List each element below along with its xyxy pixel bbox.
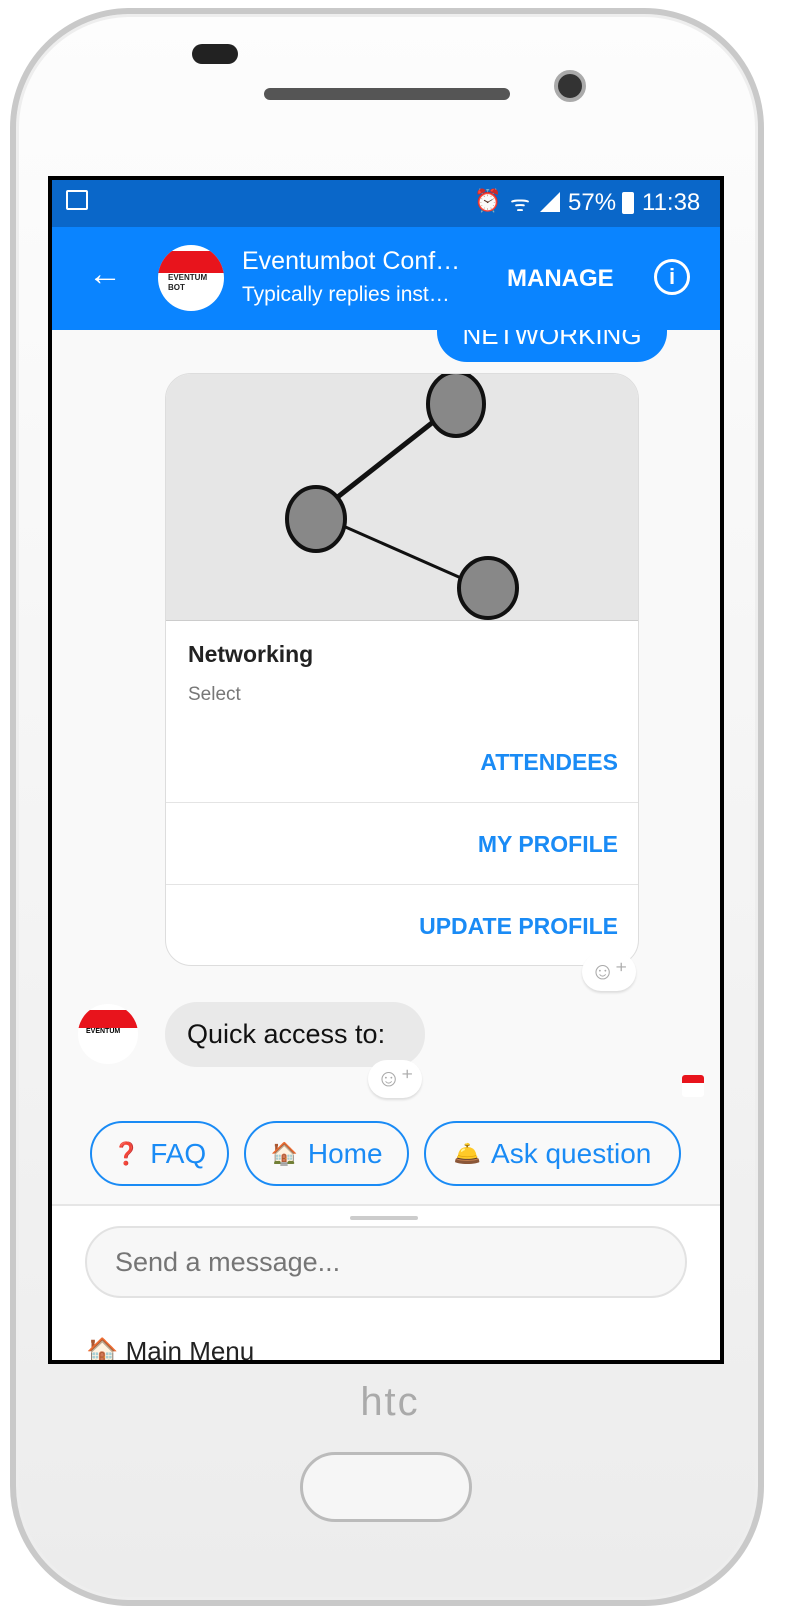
read-receipt-avatar bbox=[682, 1075, 704, 1097]
alarm-icon: ⏰ bbox=[474, 188, 502, 213]
avatar-text: BOT bbox=[168, 283, 185, 292]
add-reaction-icon[interactable]: ☺⁺ bbox=[582, 953, 636, 991]
divider bbox=[166, 884, 638, 885]
home-button[interactable] bbox=[300, 1452, 472, 1522]
divider bbox=[166, 802, 638, 803]
add-reaction-icon[interactable]: ☺⁺ bbox=[368, 1060, 422, 1098]
message-input[interactable] bbox=[85, 1226, 687, 1298]
clock: 11:38 bbox=[642, 189, 701, 216]
brand-logo: htc bbox=[360, 1380, 420, 1424]
bot-message-bubble: Quick access to: bbox=[165, 1002, 425, 1067]
quick-reply-label: Ask question bbox=[491, 1137, 652, 1169]
back-arrow-icon[interactable]: ← bbox=[88, 255, 122, 294]
quick-reply-label: FAQ bbox=[150, 1137, 207, 1169]
avatar: EVENTUM BOT bbox=[158, 245, 224, 311]
house-icon: 🏠 bbox=[86, 1336, 119, 1360]
card-title: Networking bbox=[188, 641, 314, 667]
attendees-button[interactable]: ATTENDEES bbox=[166, 749, 618, 776]
manage-button[interactable]: MANAGE bbox=[507, 265, 614, 293]
drag-handle[interactable] bbox=[350, 1216, 418, 1220]
quick-reply-home[interactable]: 🏠 Home bbox=[244, 1121, 409, 1186]
front-camera bbox=[554, 70, 586, 102]
bot-message-text: Quick access to: bbox=[187, 1019, 386, 1049]
app-bar: ← EVENTUM BOT Eventumbot Conf… Typically … bbox=[52, 227, 720, 330]
card-subtitle: Select bbox=[188, 684, 241, 705]
house-icon: 🏠 bbox=[270, 1140, 298, 1166]
battery-icon bbox=[622, 192, 634, 214]
quick-reply-ask-question[interactable]: 🛎️ Ask question bbox=[424, 1121, 681, 1186]
quick-reply-label: Home bbox=[307, 1137, 383, 1169]
quick-reply-faq[interactable]: ❓ FAQ bbox=[90, 1121, 229, 1186]
main-menu-label: Main Menu bbox=[125, 1336, 255, 1360]
generic-template-card: Networking Select ATTENDEES MY PROFILE U… bbox=[165, 373, 639, 966]
my-profile-button[interactable]: MY PROFILE bbox=[166, 831, 618, 858]
info-icon[interactable]: i bbox=[654, 259, 690, 295]
card-image bbox=[166, 374, 638, 621]
image-icon bbox=[66, 190, 88, 210]
sensor bbox=[192, 44, 238, 64]
bot-avatar: EVENTUM bbox=[78, 1004, 138, 1064]
chat-subtitle: Typically replies inst… bbox=[242, 283, 450, 306]
wifi-icon: ᯤ bbox=[510, 191, 531, 216]
question-icon: ❓ bbox=[112, 1140, 141, 1166]
chat-title[interactable]: Eventumbot Conf… bbox=[242, 247, 460, 276]
bell-icon: 🛎️ bbox=[453, 1140, 482, 1166]
update-profile-button[interactable]: UPDATE PROFILE bbox=[166, 913, 618, 940]
screen: ⏰ ᯤ 57% 11:38 ← EVENTUM BOT Eventumbot Co… bbox=[48, 176, 724, 1364]
composer-area: 🏠 Main Menu bbox=[52, 1204, 720, 1360]
main-menu-item[interactable]: 🏠 Main Menu bbox=[86, 1336, 254, 1360]
avatar-text: EVENTUM bbox=[168, 273, 208, 282]
speaker-grille bbox=[264, 88, 510, 100]
status-bar: ⏰ ᯤ 57% 11:38 bbox=[52, 180, 720, 227]
share-network-icon bbox=[285, 374, 519, 620]
signal-icon bbox=[540, 192, 560, 212]
avatar-text: EVENTUM bbox=[86, 1028, 121, 1035]
battery-percent: 57% bbox=[568, 189, 617, 216]
